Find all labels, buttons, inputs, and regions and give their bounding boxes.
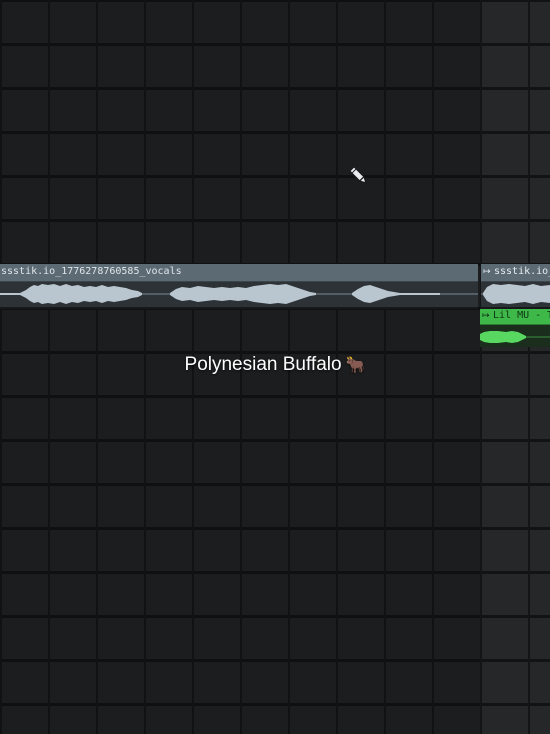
caption-text: Polynesian Buffalo (184, 354, 342, 375)
clip-title: Lil MU - To (493, 310, 550, 321)
waveform-segment (170, 284, 316, 304)
buffalo-emoji: 🐂 (345, 357, 366, 374)
clip-header[interactable]: ssstik.io_1776278760585_vocals (0, 264, 478, 282)
audio-clip-ssstik[interactable]: ↦ ssstik.io_1 (481, 264, 550, 309)
waveform (480, 331, 550, 343)
waveform (0, 284, 478, 304)
waveform-segment (352, 285, 400, 303)
video-caption: Polynesian Buffalo 🐂 (0, 354, 550, 376)
playlist-area[interactable]: ssstik.io_1776278760585_vocals ↦ ssstik.… (0, 0, 550, 734)
pencil-icon (348, 165, 368, 185)
audio-clip-lil-mu[interactable]: ↦ Lil MU - To (480, 309, 550, 347)
waveform-segment (400, 293, 440, 295)
clip-menu-icon[interactable]: ↦ (483, 266, 491, 279)
clip-title: ssstik.io_1776278760585_vocals (1, 266, 182, 277)
clip-title: ssstik.io_1 (494, 266, 550, 277)
clip-header[interactable]: ↦ ssstik.io_1 (481, 264, 550, 282)
clip-header[interactable]: ↦ Lil MU - To (480, 309, 550, 325)
waveform (481, 284, 550, 304)
audio-clip-vocals[interactable]: ssstik.io_1776278760585_vocals (0, 264, 478, 309)
clip-menu-icon[interactable]: ↦ (482, 310, 490, 323)
waveform-segment (0, 284, 142, 304)
